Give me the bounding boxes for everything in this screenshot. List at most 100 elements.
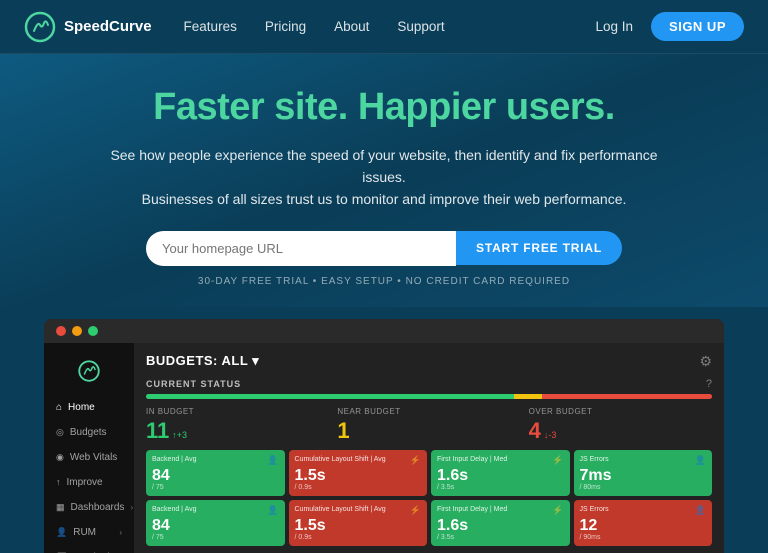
hero-form: START FREE TRIAL	[40, 231, 728, 266]
card-user-icon: 👤	[695, 505, 706, 516]
cta-button[interactable]: START FREE TRIAL	[456, 231, 622, 265]
dash-logo	[44, 353, 134, 395]
card-icon: ⚡	[552, 505, 563, 516]
status-bar-header: CURRENT STATUS ?	[146, 378, 712, 390]
card-sub: / 80ms	[580, 484, 707, 491]
sidebar-rum-label: RUM	[73, 527, 96, 538]
over-budget-num: 4 ↓-3	[529, 418, 712, 444]
card-name: First Input Delay | Med	[437, 455, 507, 464]
card-sub: / 3.5s	[437, 534, 564, 541]
sidebar-item-budgets[interactable]: ◎ Budgets	[44, 420, 134, 445]
sidebar-item-rum[interactable]: 👤 RUM ›	[44, 520, 134, 545]
improve-icon: ↑	[56, 477, 61, 487]
budgets-icon: ◎	[56, 427, 64, 438]
sidebar-item-dashboards[interactable]: ▦ Dashboards ›	[44, 495, 134, 520]
window-dot-yellow	[72, 326, 82, 336]
progress-green	[146, 394, 514, 399]
nav-link-about[interactable]: About	[334, 19, 369, 34]
current-status-label: CURRENT STATUS	[146, 379, 241, 389]
fine-print: 30-DAY FREE TRIAL • EASY SETUP • NO CRED…	[40, 276, 728, 287]
card-icon: ⚡	[410, 505, 421, 516]
in-budget-value: 11	[146, 418, 169, 444]
dashboard-header: BUDGETS: ALL ▾ ⚙	[146, 353, 712, 370]
dashboard-wrapper: ⌂ Home ◎ Budgets ◉ Web Vitals ↑ Improve …	[0, 307, 768, 553]
hero-section: Faster site. Happier users. See how peop…	[0, 54, 768, 307]
dashboard-body: ⌂ Home ◎ Budgets ◉ Web Vitals ↑ Improve …	[44, 343, 724, 553]
card-name: First Input Delay | Med	[437, 505, 507, 514]
over-budget-value: 4	[529, 418, 541, 444]
navbar: SpeedCurve Features Pricing About Suppor…	[0, 0, 768, 54]
logo[interactable]: SpeedCurve	[24, 11, 152, 43]
card-value: 7ms	[580, 468, 707, 484]
card-top: Cumulative Layout Shift | Avg ⚡	[295, 505, 422, 516]
progress-red	[542, 394, 712, 399]
card-value: 1.5s	[295, 468, 422, 484]
card-name: JS Errors	[580, 505, 609, 514]
over-budget-label: Over Budget	[529, 407, 712, 416]
near-budget-num: 1	[337, 418, 520, 444]
card-icon: ⚡	[552, 455, 563, 466]
card-value: 12	[580, 518, 707, 534]
nav-links: Features Pricing About Support	[184, 19, 596, 34]
card-value: 1.6s	[437, 518, 564, 534]
current-status-section: CURRENT STATUS ? In Budget 11 ↑	[146, 378, 712, 444]
card-sub: / 75	[152, 484, 279, 491]
in-budget-delta: ↑+3	[172, 430, 187, 440]
logo-icon	[24, 11, 56, 43]
card-fid-2[interactable]: First Input Delay | Med ⚡ 1.6s / 3.5s	[431, 500, 570, 546]
card-backend-avg-1[interactable]: Backend | Avg 👤 84 / 75	[146, 450, 285, 496]
sidebar-dashboards-label: Dashboards	[71, 502, 125, 513]
hero-subtitle-line2: Businesses of all sizes trust us to moni…	[142, 191, 627, 207]
dashboard-titlebar	[44, 319, 724, 343]
over-budget-delta: ↓-3	[544, 430, 557, 440]
window-dot-green	[88, 326, 98, 336]
nav-link-support[interactable]: Support	[397, 19, 444, 34]
near-budget-item: Near Budget 1	[337, 407, 520, 444]
card-top: JS Errors 👤	[580, 455, 707, 466]
hero-subtitle: See how people experience the speed of y…	[94, 144, 674, 211]
card-value: 84	[152, 518, 279, 534]
card-sub: / 0.9s	[295, 534, 422, 541]
signup-button[interactable]: SIGN UP	[651, 12, 744, 41]
cards-row-2: Backend | Avg 👤 84 / 75 Cumulative Layou…	[146, 500, 712, 546]
sidebar-item-improve[interactable]: ↑ Improve	[44, 470, 134, 495]
card-user-icon: 👤	[267, 455, 278, 466]
dashboards-icon: ▦	[56, 502, 65, 513]
window-dot-red	[56, 326, 66, 336]
card-value: 1.6s	[437, 468, 564, 484]
sidebar-item-home[interactable]: ⌂ Home	[44, 395, 134, 420]
login-button[interactable]: Log In	[595, 19, 633, 34]
sidebar-budgets-label: Budgets	[70, 427, 107, 438]
card-js-errors-1[interactable]: JS Errors 👤 7ms / 80ms	[574, 450, 713, 496]
card-js-errors-2[interactable]: JS Errors 👤 12 / 90ms	[574, 500, 713, 546]
gear-icon[interactable]: ⚙	[699, 353, 712, 370]
chevron-right-icon-rum: ›	[119, 528, 122, 537]
in-budget-item: In Budget 11 ↑+3	[146, 407, 329, 444]
in-budget-num: 11 ↑+3	[146, 418, 329, 444]
card-cls-2[interactable]: Cumulative Layout Shift | Avg ⚡ 1.5s / 0…	[289, 500, 428, 546]
url-input[interactable]	[146, 231, 456, 266]
card-value: 1.5s	[295, 518, 422, 534]
progress-yellow	[514, 394, 542, 399]
sidebar-item-synthetic[interactable]: 🖥 Synthetic ›	[44, 545, 134, 553]
card-sub: / 90ms	[580, 534, 707, 541]
dashboard-sidebar: ⌂ Home ◎ Budgets ◉ Web Vitals ↑ Improve …	[44, 343, 134, 553]
sidebar-improve-label: Improve	[67, 477, 103, 488]
near-budget-label: Near Budget	[337, 407, 520, 416]
budgets-all-title[interactable]: BUDGETS: ALL ▾	[146, 353, 259, 369]
hero-subtitle-line1: See how people experience the speed of y…	[110, 147, 657, 185]
hero-title: Faster site. Happier users.	[40, 86, 728, 130]
cards-row-1: Backend | Avg 👤 84 / 75 Cumulative Layou…	[146, 450, 712, 496]
card-top: Cumulative Layout Shift | Avg ⚡	[295, 455, 422, 466]
card-top: Backend | Avg 👤	[152, 505, 279, 516]
nav-link-features[interactable]: Features	[184, 19, 237, 34]
card-top: First Input Delay | Med ⚡	[437, 455, 564, 466]
card-user-icon: 👤	[695, 455, 706, 466]
card-cls-1[interactable]: Cumulative Layout Shift | Avg ⚡ 1.5s / 0…	[289, 450, 428, 496]
card-fid-1[interactable]: First Input Delay | Med ⚡ 1.6s / 3.5s	[431, 450, 570, 496]
sidebar-item-web-vitals[interactable]: ◉ Web Vitals	[44, 445, 134, 470]
card-top: First Input Delay | Med ⚡	[437, 505, 564, 516]
card-backend-avg-2[interactable]: Backend | Avg 👤 84 / 75	[146, 500, 285, 546]
over-budget-item: Over Budget 4 ↓-3	[529, 407, 712, 444]
nav-link-pricing[interactable]: Pricing	[265, 19, 306, 34]
